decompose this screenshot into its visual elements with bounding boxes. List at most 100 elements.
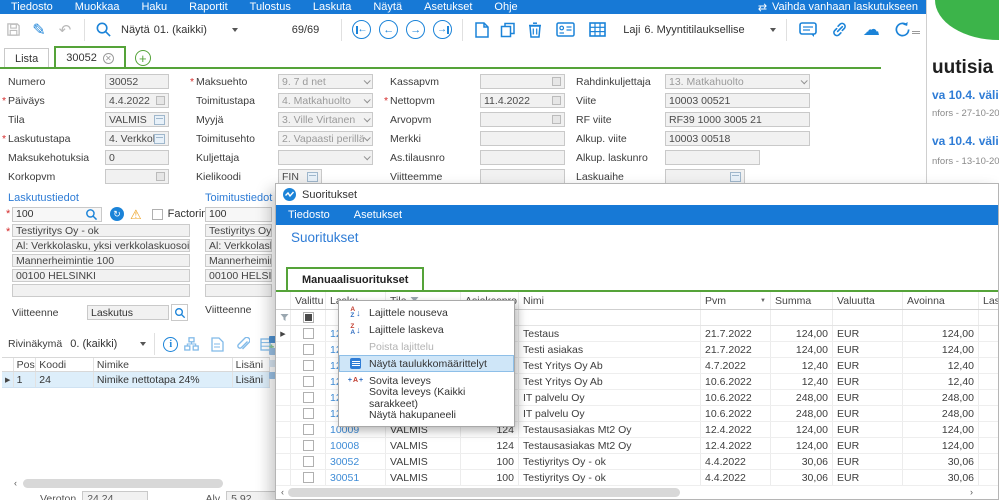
column-header-valuutta[interactable]: Valuutta xyxy=(833,292,903,309)
row-checkbox[interactable] xyxy=(303,408,314,419)
filter-cell[interactable] xyxy=(771,310,833,325)
payment-row[interactable]: 30051VALMIS100Testiyritys Oy - ok4.4.202… xyxy=(276,470,998,486)
arvopvm-field[interactable] xyxy=(480,112,565,127)
korkopvm-field[interactable] xyxy=(105,169,169,184)
numero-field[interactable]: 30052 xyxy=(105,74,169,89)
alkup-laskunro-field[interactable] xyxy=(665,150,760,165)
news-link[interactable]: va 10.4. välip xyxy=(932,134,999,148)
search-icon[interactable] xyxy=(85,208,98,221)
next-record-button[interactable]: → xyxy=(406,20,425,39)
column-header-lasku-nro[interactable]: Lasku xyxy=(979,292,998,309)
menu-item-asetukset[interactable]: Asetukset xyxy=(413,0,483,14)
menu-item-n-yt-taulukkom-rittelyt[interactable]: Näytä taulukkomäärittelyt xyxy=(339,355,514,372)
toimitusehto-field[interactable]: 2. Vapaasti perillä xyxy=(278,131,373,146)
column-header-pvm[interactable]: Pvm▼ xyxy=(701,292,771,309)
column-header-valittu[interactable]: Valittu xyxy=(291,292,326,309)
tab-lista[interactable]: Lista xyxy=(4,48,49,68)
warning-icon[interactable]: ⚠ xyxy=(130,208,142,221)
row-checkbox[interactable] xyxy=(303,440,314,451)
attachment-button[interactable] xyxy=(230,332,256,356)
column-header-nimike[interactable]: Nimike xyxy=(94,358,233,371)
delivery-customer-code-field[interactable]: 100 xyxy=(205,207,272,222)
billing-customer-code-field[interactable]: 100 xyxy=(12,207,102,222)
scroll-right-icon[interactable]: › xyxy=(970,487,973,497)
menu-item-n-yt[interactable]: Näytä xyxy=(362,0,413,14)
switch-to-old-billing-link[interactable]: ⇄ Vaihda vanhaan laskutukseen xyxy=(758,0,918,14)
row-checkbox[interactable] xyxy=(303,424,314,435)
dialog-titlebar[interactable]: Suoritukset xyxy=(276,184,998,205)
row-info-button[interactable]: i xyxy=(163,337,178,352)
as-tilausnro-field[interactable] xyxy=(480,150,565,165)
tab-record-30052[interactable]: 30052 ✕ xyxy=(54,46,126,68)
column-header-pos[interactable]: Pos xyxy=(14,358,37,371)
row-structure-button[interactable] xyxy=(178,332,204,356)
menu-item-lajittele-laskeva[interactable]: ZA↓Lajittele laskeva xyxy=(339,321,514,338)
table-view-button[interactable] xyxy=(581,18,613,42)
customer-info-icon[interactable]: ↻ xyxy=(110,207,124,221)
payments-grid-hscrollbar[interactable]: ‹ › xyxy=(281,487,993,497)
laskuaihe-field[interactable] xyxy=(665,169,745,184)
filter-cell[interactable] xyxy=(833,310,903,325)
calendar-icon[interactable] xyxy=(156,96,165,105)
row-checkbox[interactable] xyxy=(303,376,314,387)
scrollbar-thumb[interactable] xyxy=(288,488,680,497)
invoice-row[interactable]: ▶124Nimike nettotapa 24%Lisäni xyxy=(2,372,270,388)
tab-manuaalisuoritukset[interactable]: Manuaalisuoritukset xyxy=(286,267,424,290)
row-checkbox[interactable] xyxy=(303,360,314,371)
calendar-icon[interactable] xyxy=(552,77,561,86)
nettopvm-field[interactable]: 11.4.2022 xyxy=(480,93,565,108)
viitteenne-search-button[interactable] xyxy=(171,304,188,321)
address-line-field[interactable]: Al: Verkkolasku, yksi xyxy=(205,239,272,252)
row-checkbox[interactable] xyxy=(303,392,314,403)
kassapvm-field[interactable] xyxy=(480,74,565,89)
filter-cell[interactable] xyxy=(701,310,771,325)
menu-item-ohje[interactable]: Ohje xyxy=(483,0,528,14)
filter-cell[interactable] xyxy=(903,310,979,325)
menu-item-lajittele-nouseva[interactable]: AZ↓Lajittele nouseva xyxy=(339,304,514,321)
address-line-field[interactable]: Al: Verkkolasku, yksi verkkolaskuosoite xyxy=(12,239,190,252)
cloud-button[interactable]: ☁ xyxy=(855,18,887,42)
row-checkbox[interactable] xyxy=(303,456,314,467)
news-link[interactable]: va 10.4. välip xyxy=(932,88,999,102)
myyj-field[interactable]: 3. Ville Virtanen xyxy=(278,112,373,127)
address-line-field[interactable] xyxy=(205,284,272,297)
rf-viite-field[interactable]: RF39 1000 3005 21 xyxy=(665,112,810,127)
view-filter-dropdown[interactable]: 01. (kaikki) xyxy=(154,24,264,36)
menu-item-raportit[interactable]: Raportit xyxy=(178,0,239,14)
collapse-handle-icon[interactable] xyxy=(912,29,920,36)
column-header-nimi[interactable]: Nimi xyxy=(519,292,701,309)
filter-cell[interactable] xyxy=(979,310,998,325)
address-line-field[interactable]: 00100 HELSINKI xyxy=(205,269,272,282)
payment-row[interactable]: 10008VALMIS124Testausasiakas Mt2 Oy12.4.… xyxy=(276,438,998,454)
lasku-cell[interactable]: 30052 xyxy=(326,454,386,469)
laskutustapa-field[interactable]: 4. Verkkolasku xyxy=(105,131,169,146)
last-record-button[interactable]: → xyxy=(433,20,452,39)
billing-section-title[interactable]: Laskutustiedot xyxy=(8,192,79,204)
lookup-icon[interactable] xyxy=(154,115,165,125)
laji-dropdown[interactable]: 6. Myyntitilauksellise xyxy=(644,24,776,36)
delete-record-button[interactable] xyxy=(521,18,549,42)
factoring-checkbox[interactable] xyxy=(152,209,163,220)
calendar-icon[interactable] xyxy=(552,115,561,124)
copy-record-button[interactable] xyxy=(494,18,521,42)
menu-item-tiedosto[interactable]: Tiedosto xyxy=(0,0,64,14)
items-grid-hscrollbar[interactable]: ‹ xyxy=(14,478,270,488)
add-tab-button[interactable]: + xyxy=(135,50,151,66)
dialog-menu-item-tiedosto[interactable]: Tiedosto xyxy=(276,205,342,225)
undo-button[interactable]: ↶ xyxy=(52,18,78,42)
address-line-field[interactable]: 00100 HELSINKI xyxy=(12,269,190,282)
link-button[interactable] xyxy=(823,18,855,42)
close-tab-icon[interactable]: ✕ xyxy=(103,53,114,64)
alkup-viite-field[interactable]: 10003 00518 xyxy=(665,131,810,146)
notes-button[interactable] xyxy=(793,18,823,42)
delivery-section-title[interactable]: Toimitustiedot xyxy=(205,192,272,204)
scrollbar-track[interactable] xyxy=(288,488,966,497)
kuljettaja-field[interactable] xyxy=(278,150,373,165)
menu-item-laskuta[interactable]: Laskuta xyxy=(302,0,363,14)
scrollbar-track[interactable] xyxy=(21,479,259,488)
tila-field[interactable]: VALMIS xyxy=(105,112,169,127)
column-header-summa[interactable]: Summa xyxy=(771,292,833,309)
first-record-button[interactable]: ← xyxy=(352,20,371,39)
menu-item-muokkaa[interactable]: Muokkaa xyxy=(64,0,131,14)
rivinakyma-dropdown[interactable]: 0. (kaikki) xyxy=(70,338,146,350)
